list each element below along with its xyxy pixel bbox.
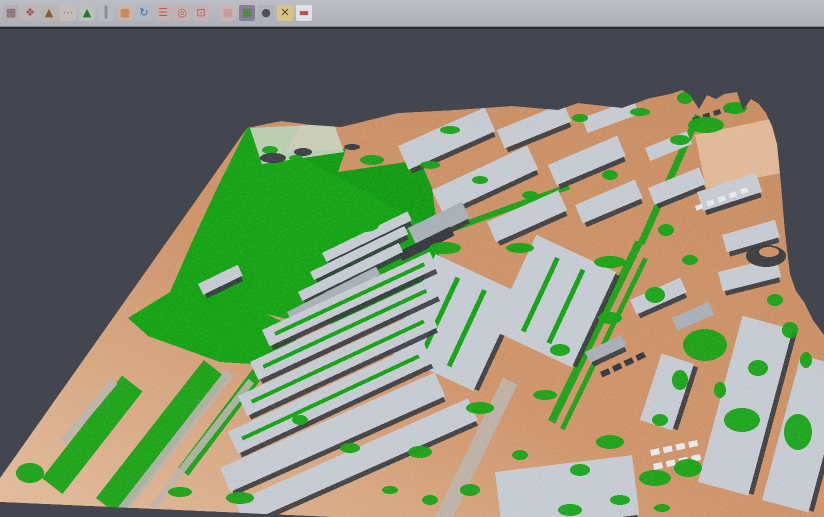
delete-row-icon[interactable]: ▬ (296, 5, 312, 21)
vegetation-hill-icon[interactable]: ▲ (79, 5, 95, 21)
raster-disabled-icon[interactable]: ▦ (220, 5, 236, 21)
point-sampling-icon[interactable]: ⋯ (60, 5, 76, 21)
3d-viewport[interactable] (0, 0, 824, 517)
toolbar: ▩❖▲⋯▲║■↻☰◎⊡▦▦●✕▬ (0, 0, 824, 27)
clear-points-icon[interactable]: ✕ (277, 5, 293, 21)
snapshot-icon[interactable]: ● (258, 5, 274, 21)
fit-frame-icon[interactable]: ⊡ (193, 5, 209, 21)
open-project-icon[interactable]: ▩ (3, 5, 19, 21)
circle-tool-icon[interactable]: ◎ (174, 5, 190, 21)
dem-icon[interactable]: ■ (117, 5, 133, 21)
classification-icon[interactable]: ▦ (239, 5, 255, 21)
point-cloud-scene (0, 0, 824, 517)
section-icon[interactable]: ║ (98, 5, 114, 21)
globe-icon[interactable]: ↻ (136, 5, 152, 21)
registration-icon[interactable]: ❖ (22, 5, 38, 21)
contour-lines-icon[interactable]: ☰ (155, 5, 171, 21)
terrain-icon[interactable]: ▲ (41, 5, 57, 21)
toolbar-separator (209, 5, 217, 21)
application-window: ▩❖▲⋯▲║■↻☰◎⊡▦▦●✕▬ (0, 0, 824, 517)
